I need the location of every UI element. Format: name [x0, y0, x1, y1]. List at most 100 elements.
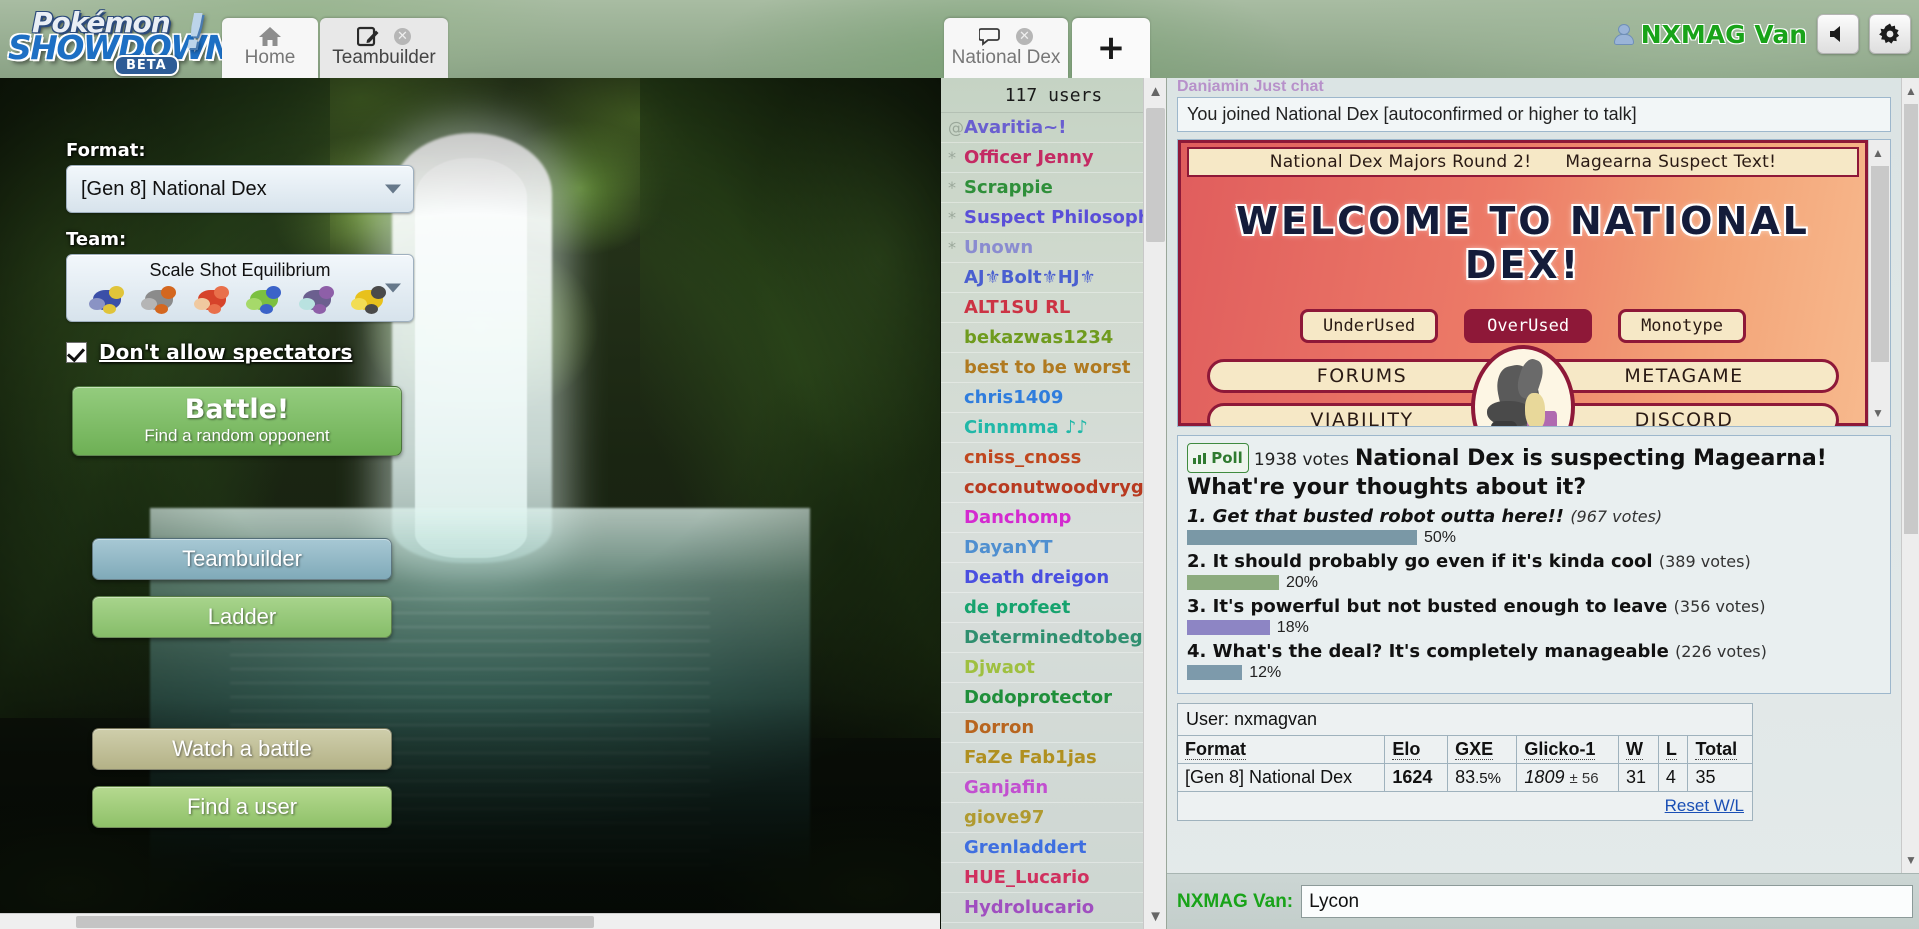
chat-input-bar: NXMAG Van: [1167, 873, 1919, 929]
add-tab-button[interactable]: + [1072, 18, 1150, 78]
user-name: bekazwas1234 [964, 327, 1114, 348]
user-name: Djwaot [964, 657, 1035, 678]
watch-battle-button[interactable]: Watch a battle [92, 728, 392, 770]
tab-teambuilder-label: Teambuilder [332, 47, 436, 68]
ladder-button[interactable]: Ladder [92, 596, 392, 638]
banner-scroll-down-icon[interactable]: ▼ [1869, 400, 1887, 426]
tab-home[interactable]: Home [222, 18, 318, 78]
tab-home-label: Home [244, 47, 296, 68]
list-item[interactable]: @Avaritia~! [941, 113, 1166, 143]
home-icon [258, 25, 282, 47]
tab-teambuilder-close-icon[interactable]: ✕ [394, 27, 411, 45]
list-item[interactable]: Djwaot [941, 653, 1166, 683]
tab-teambuilder[interactable]: ✕ Teambuilder [320, 18, 448, 78]
poll-option-text: It should probably go even if it's kinda… [1212, 551, 1653, 572]
settings-button[interactable] [1869, 14, 1911, 54]
spectators-toggle[interactable]: Don't allow spectators [66, 340, 420, 364]
chat-scroll-up-icon[interactable]: ▲ [1902, 78, 1919, 104]
tab-national-dex-label: National Dex [951, 47, 1061, 68]
banner-link-forums[interactable]: FORUMS [1207, 359, 1517, 393]
chat-input[interactable] [1301, 885, 1913, 918]
banner-link-discord[interactable]: DISCORD [1529, 403, 1839, 426]
poll-option-bar-row: 50% [1187, 528, 1881, 547]
ladder-reset-row: Reset W/L [1178, 791, 1752, 820]
list-item[interactable]: coconutwoodvrygood [941, 473, 1166, 503]
list-item[interactable]: de profeet [941, 593, 1166, 623]
teambuilder-button[interactable]: Teambuilder [92, 538, 392, 580]
chat-scrollbar[interactable]: ▲ ▼ [1901, 78, 1919, 929]
list-item[interactable]: bekazwas1234 [941, 323, 1166, 353]
banner-scrollbar[interactable]: ▲ ▼ [1868, 140, 1890, 426]
poll-option-label: 4. What's the deal? It's completely mana… [1187, 640, 1881, 663]
poll-option-percent: 18% [1276, 618, 1309, 636]
poll-options: 1. Get that busted robot outta here!! (9… [1187, 505, 1881, 682]
spectators-checkbox[interactable] [66, 341, 87, 363]
list-item[interactable]: Dodoprotector [941, 683, 1166, 713]
list-item[interactable]: * Scrappie [941, 173, 1166, 203]
list-item[interactable]: * Unown [941, 233, 1166, 263]
banner-tier-monotype[interactable]: Monotype [1618, 309, 1746, 343]
list-item[interactable]: Dorron [941, 713, 1166, 743]
horizontal-scrollbar[interactable] [0, 913, 940, 929]
list-item[interactable]: Hydrolucario [941, 893, 1166, 923]
battle-button[interactable]: Battle! Find a random opponent [72, 386, 402, 456]
banner-headline-left[interactable]: National Dex Majors Round 2! [1270, 148, 1532, 176]
list-item[interactable]: Death dreigon [941, 563, 1166, 593]
banner-tier-overused[interactable]: OverUsed [1464, 309, 1593, 343]
team-sprite-1 [87, 282, 131, 318]
user-rank-symbol: * [948, 238, 956, 257]
team-select[interactable]: Scale Shot Equilibrium [66, 254, 414, 322]
list-item[interactable]: Cinnmma ♪♪ [941, 413, 1166, 443]
list-item[interactable]: DayanYT [941, 533, 1166, 563]
ladder-cell-wins: 31 [1618, 763, 1659, 791]
reset-wl-link[interactable]: Reset W/L [1665, 796, 1744, 815]
tab-national-dex[interactable]: ✕ National Dex [944, 18, 1068, 78]
list-item[interactable]: Ganjafin [941, 773, 1166, 803]
user-name: giove97 [964, 807, 1045, 828]
list-item[interactable]: HUE_Lucario [941, 863, 1166, 893]
list-item[interactable]: giove97 [941, 803, 1166, 833]
team-sprite-row [81, 281, 399, 319]
poll-option[interactable]: 1. Get that busted robot outta here!! (9… [1187, 505, 1881, 547]
list-item[interactable]: Danchomp [941, 503, 1166, 533]
scrollbar-thumb[interactable] [76, 916, 594, 928]
list-item[interactable]: Determinedtobegood [941, 623, 1166, 653]
list-item[interactable]: * Suspect Philosophy [941, 203, 1166, 233]
format-select[interactable]: [Gen 8] National Dex [66, 165, 414, 213]
banner-scroll-thumb[interactable] [1871, 166, 1889, 362]
poll-option[interactable]: 4. What's the deal? It's completely mana… [1187, 640, 1881, 682]
user-list-scroll-thumb[interactable] [1146, 108, 1165, 242]
user-list-scrollbar[interactable]: ▲ ▼ [1143, 78, 1166, 929]
list-item[interactable]: FaZe Fab1jas [941, 743, 1166, 773]
battle-button-subtitle: Find a random opponent [144, 426, 330, 445]
sound-button[interactable] [1817, 14, 1859, 54]
list-item[interactable]: chris1409 [941, 383, 1166, 413]
find-user-button[interactable]: Find a user [92, 786, 392, 828]
logo-beta-badge: BETA [114, 55, 179, 76]
user-name: best to be worst [964, 357, 1131, 378]
ladder-col-elo: Elo [1384, 736, 1449, 764]
list-item[interactable]: AJ⚜Bolt⚜HJ⚜ [941, 263, 1166, 293]
banner-tier-underused[interactable]: UnderUsed [1300, 309, 1439, 343]
ladder-table-header-row: Format Elo GXE Glicko-1 W L Total [1178, 736, 1752, 764]
list-item[interactable]: best to be worst [941, 353, 1166, 383]
chat-scroll-down-icon[interactable]: ▼ [1902, 847, 1919, 873]
banner-headline-right[interactable]: Magearna Suspect Text! [1565, 148, 1776, 176]
app-logo[interactable]: Pokémon SHOWDOWN BETA ! [0, 0, 233, 78]
chat-username-label: NXMAG Van: [1177, 890, 1294, 912]
user-name-button[interactable]: NXMAG Van [1613, 20, 1807, 49]
chat-scroll-thumb[interactable] [1904, 104, 1918, 534]
scroll-up-icon[interactable]: ▲ [1144, 78, 1166, 104]
list-item[interactable]: cniss_cnoss [941, 443, 1166, 473]
list-item[interactable]: * Officer Jenny [941, 143, 1166, 173]
poll-option[interactable]: 3. It's powerful but not busted enough t… [1187, 595, 1881, 637]
list-item[interactable]: ALT1SU RL [941, 293, 1166, 323]
tab-national-dex-close-icon[interactable]: ✕ [1016, 27, 1033, 45]
poll-option[interactable]: 2. It should probably go even if it's ki… [1187, 550, 1881, 592]
scroll-down-icon[interactable]: ▼ [1144, 903, 1166, 929]
banner-scroll-up-icon[interactable]: ▲ [1869, 140, 1887, 166]
banner-link-metagame[interactable]: METAGAME [1529, 359, 1839, 393]
list-item[interactable]: Grenladdert [941, 833, 1166, 863]
ladder-cell-total: 35 [1695, 767, 1716, 787]
poll-option-number: 2. [1187, 551, 1207, 572]
